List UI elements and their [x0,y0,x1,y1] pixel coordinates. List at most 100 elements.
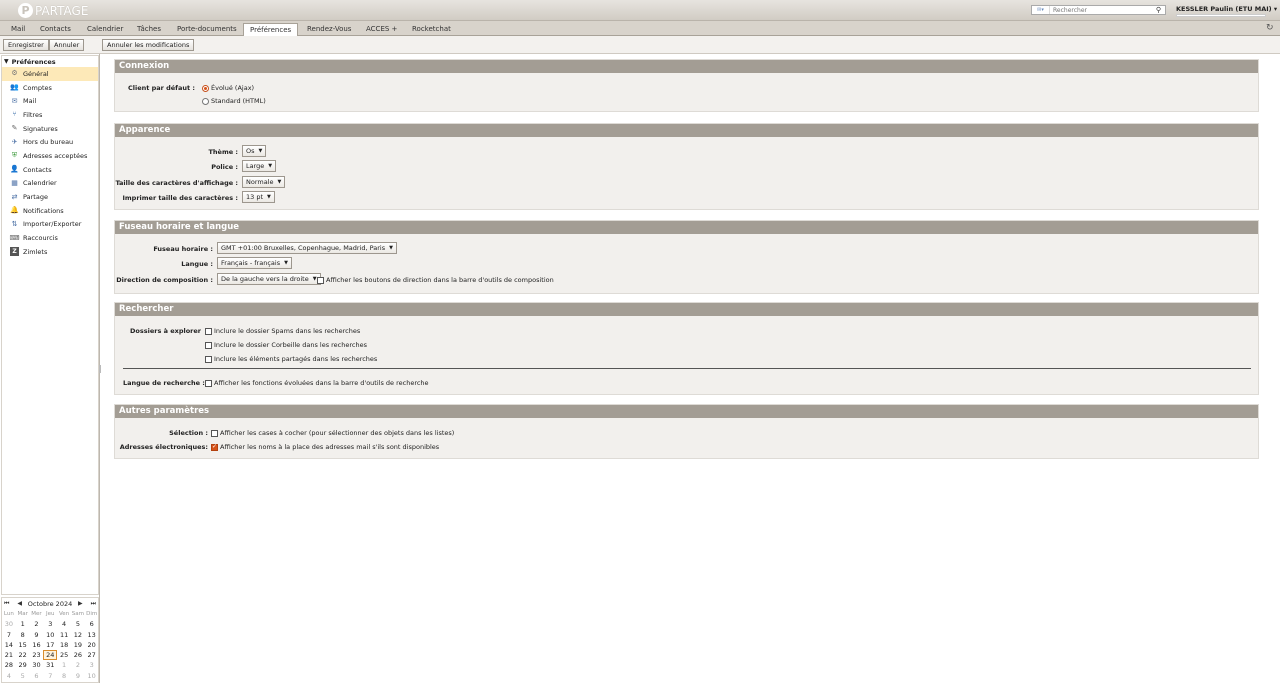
calendar-day[interactable]: 20 [85,640,99,650]
radio-button[interactable] [202,84,209,92]
sidebar-item-notifications[interactable]: 🔔 Notifications [2,204,98,218]
search-icon[interactable]: ⚲ [1154,6,1163,14]
calendar-day[interactable]: 6 [85,619,99,629]
calendar-day[interactable]: 2 [71,660,85,670]
sidebar-item-general[interactable]: ⚙ Général [2,67,98,81]
calendar-day[interactable]: 7 [2,630,16,640]
calendar-day[interactable]: 2 [30,619,44,629]
timezone-select[interactable]: GMT +01:00 Bruxelles, Copenhague, Madrid… [217,242,397,254]
calendar-day[interactable]: 31 [43,660,57,670]
calendar-day[interactable]: 22 [16,650,30,660]
sidebar-item-signatures[interactable]: ✎ Signatures [2,122,98,136]
calendar-day[interactable]: 9 [30,630,44,640]
sidebar-item-raccourcis[interactable]: ⌨ Raccourcis [2,231,98,245]
next-month-icon[interactable]: ▶ [78,600,83,608]
calendar-day[interactable]: 26 [71,650,85,660]
checkbox-checked[interactable]: ✓ [211,443,218,451]
calendar-day[interactable]: 13 [85,630,99,640]
tab-porte-documents[interactable]: Porte-documents [171,23,243,36]
calendar-day[interactable]: 16 [30,640,44,650]
calendar-day[interactable]: 23 [30,650,44,660]
checkbox[interactable] [317,276,324,284]
checkbox[interactable] [211,429,218,437]
search-type-dropdown[interactable]: ✉▾ [1032,6,1050,14]
sidebar-item-importer-exporter[interactable]: ⇅ Importer/Exporter [2,218,98,232]
sidebar-item-partage[interactable]: ⇄ Partage [2,190,98,204]
tab-contacts[interactable]: Contacts [34,23,77,36]
sidebar-item-mail[interactable]: ✉ Mail [2,94,98,108]
include-shared-option[interactable]: Inclure les éléments partagés dans les r… [205,355,377,363]
sidebar-item-adresses-acceptees[interactable]: ⛨ Adresses acceptées [2,149,98,163]
calendar-day[interactable]: 15 [16,640,30,650]
checkbox[interactable] [205,327,212,335]
calendar-day[interactable]: 27 [85,650,99,660]
calendar-day[interactable]: 30 [30,660,44,670]
calendar-day[interactable]: 4 [57,619,71,629]
search-input[interactable] [1050,6,1154,14]
size-select[interactable]: Normale ▼ [242,176,286,188]
calendar-day[interactable]: 12 [71,630,85,640]
calendar-day[interactable]: 1 [16,619,30,629]
partage-logo[interactable]: P PARTAGE [18,2,88,19]
tree-header[interactable]: ▼ Préférences [2,56,98,67]
calendar-day-today[interactable]: 24 [43,650,58,661]
calendar-day[interactable]: 5 [71,619,85,629]
calendar-day[interactable]: 10 [85,671,99,681]
next-year-icon[interactable]: ⏭ [91,600,96,608]
calendar-day[interactable]: 21 [2,650,16,660]
calendar-day[interactable]: 30 [2,619,16,629]
checkbox[interactable] [205,355,212,363]
calendar-day[interactable]: 7 [43,671,57,681]
calendar-day[interactable]: 10 [43,630,57,640]
tab-calendrier[interactable]: Calendrier [81,23,129,36]
language-select[interactable]: Français - français ▼ [217,257,292,269]
undo-changes-button[interactable]: Annuler les modifications [102,39,195,51]
tab-preferences[interactable]: Préférences [243,23,299,37]
sidebar-item-calendrier[interactable]: ▦ Calendrier [2,177,98,191]
calendar-day[interactable]: 5 [16,671,30,681]
show-names-option[interactable]: ✓ Afficher les noms à la place des adress… [211,443,439,451]
radio-standard[interactable]: Standard (HTML) [202,97,266,105]
tab-rocketchat[interactable]: Rocketchat [406,23,457,36]
calendar-day[interactable]: 8 [57,671,71,681]
calendar-day[interactable]: 29 [16,660,30,670]
direction-buttons-option[interactable]: Afficher les boutons de direction dans l… [317,276,554,284]
font-select[interactable]: Large ▼ [242,160,277,172]
calendar-day[interactable]: 18 [57,640,71,650]
collapse-triangle-icon[interactable]: ▼ [4,58,9,65]
theme-select[interactable]: Os ▼ [242,145,267,157]
cancel-button[interactable]: Annuler [49,39,85,51]
sidebar-item-hors-du-bureau[interactable]: ✈ Hors du bureau [2,135,98,149]
checkbox[interactable] [205,341,212,349]
calendar-day[interactable]: 1 [57,660,71,670]
calendar-day[interactable]: 17 [43,640,57,650]
include-trash-option[interactable]: Inclure le dossier Corbeille dans les re… [205,341,367,349]
radio-advanced[interactable]: Évolué (Ajax) [202,84,254,92]
sidebar-item-contacts[interactable]: 👤 Contacts [2,163,98,177]
tab-rendez-vous[interactable]: Rendez-Vous [301,23,357,36]
tab-mail[interactable]: Mail [5,23,31,36]
calendar-day[interactable]: 8 [16,630,30,640]
calendar-day[interactable]: 6 [30,671,44,681]
calendar-day[interactable]: 3 [43,619,57,629]
calendar-day[interactable]: 3 [85,660,99,670]
checkbox[interactable] [205,379,212,387]
calendar-month-label[interactable]: Octobre 2024 [28,600,72,608]
sidebar-item-filtres[interactable]: ⑂ Filtres [2,108,98,122]
print-size-select[interactable]: 13 pt ▼ [242,191,275,203]
calendar-day[interactable]: 11 [57,630,71,640]
tab-acces[interactable]: ACCES + [360,23,403,36]
calendar-day[interactable]: 14 [2,640,16,650]
advanced-search-option[interactable]: Afficher les fonctions évoluées dans la … [205,379,429,387]
sidebar-item-zimlets[interactable]: Z Zimlets [2,245,98,259]
prev-year-icon[interactable]: ⏮ [4,600,9,608]
user-menu[interactable]: KESSLER Paulin (ETU MAI) ▾ [1176,5,1277,13]
calendar-day[interactable]: 4 [2,671,16,681]
tab-taches[interactable]: Tâches [131,23,167,36]
prev-month-icon[interactable]: ◀ [17,600,22,608]
include-spam-option[interactable]: Inclure le dossier Spams dans les recher… [205,327,360,335]
calendar-day[interactable]: 25 [57,650,71,660]
save-button[interactable]: Enregistrer [3,39,49,51]
sidebar-item-comptes[interactable]: 👥 Comptes [2,81,98,95]
calendar-day[interactable]: 28 [2,660,16,670]
